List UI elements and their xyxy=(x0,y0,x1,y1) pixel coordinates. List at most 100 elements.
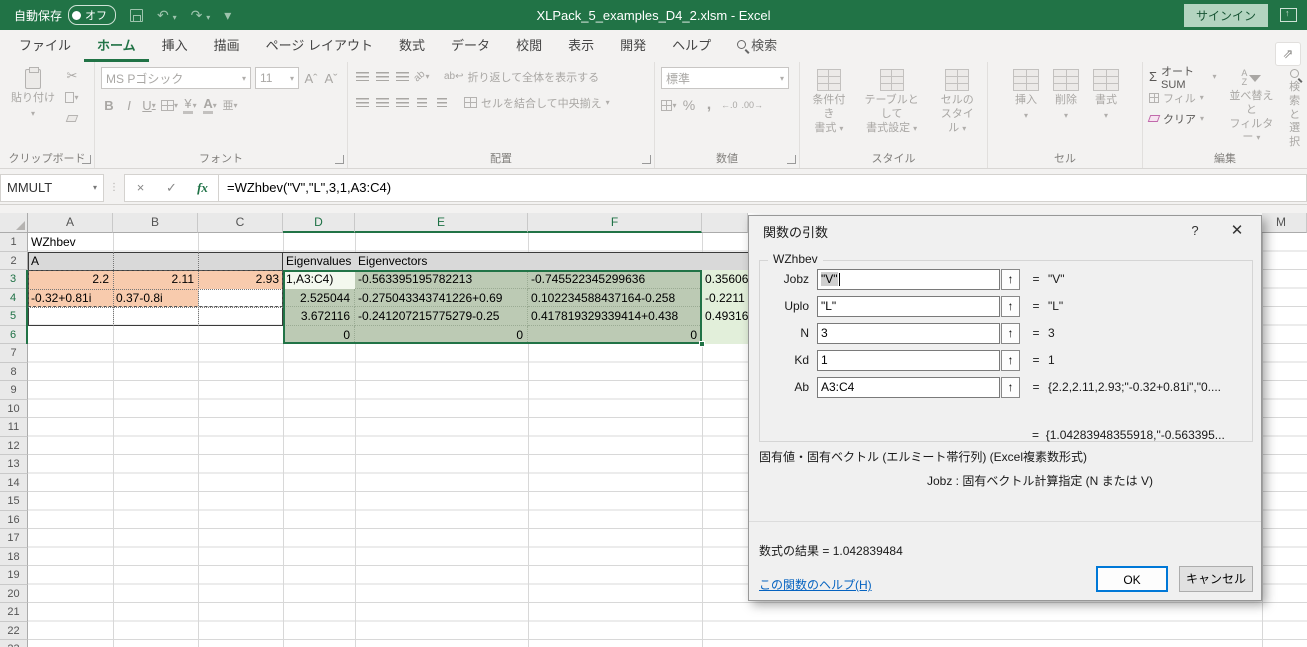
cancel-entry-button[interactable]: × xyxy=(125,180,156,195)
borders-button[interactable]: ▾ xyxy=(161,96,178,114)
cell-B4[interactable]: 0.37-0.8i xyxy=(113,288,198,307)
cell-A4[interactable]: -0.32+0.81i xyxy=(28,288,113,307)
cell-F3[interactable]: -0.745522345299636 xyxy=(528,270,702,289)
row-header-3[interactable]: 3 xyxy=(0,270,28,289)
tab-help[interactable]: ヘルプ xyxy=(659,29,724,62)
insert-cells-button[interactable]: 挿入 ▾ xyxy=(1008,67,1044,123)
share-button[interactable]: ⇗ xyxy=(1275,42,1301,66)
row-header-22[interactable]: 22 xyxy=(0,621,28,640)
font-dialog-launcher-icon[interactable] xyxy=(335,155,344,164)
cell-G4[interactable]: -0.2211 xyxy=(702,288,748,307)
cell-F2[interactable] xyxy=(528,251,702,270)
tab-view[interactable]: 表示 xyxy=(555,29,607,62)
cell-E5[interactable]: -0.241207215775279-0.25 xyxy=(355,307,528,326)
italic-button[interactable]: I xyxy=(121,96,137,114)
name-box-dropdown-icon[interactable]: ▾ xyxy=(93,183,97,192)
undo-dropdown-icon[interactable]: ▾ xyxy=(173,13,177,22)
column-header-b[interactable]: B xyxy=(113,213,198,233)
row-header-14[interactable]: 14 xyxy=(0,473,28,492)
autosum-button[interactable]: Σ オート SUM ▾ xyxy=(1149,66,1216,91)
undo-button[interactable]: ↶ ▾ xyxy=(157,8,177,22)
orientation-button[interactable]: ab ▾ xyxy=(412,68,430,86)
cell-G2[interactable] xyxy=(702,251,748,270)
column-header-d[interactable]: D xyxy=(283,213,355,233)
align-right-button[interactable] xyxy=(394,94,410,112)
accounting-format-button[interactable]: ▾ xyxy=(661,96,677,114)
fill-color-button[interactable]: ¥ ▾ xyxy=(182,96,198,114)
cell-A3[interactable]: 2.2 xyxy=(28,270,113,289)
ribbon-display-options-icon[interactable] xyxy=(1280,8,1297,22)
row-header-9[interactable]: 9 xyxy=(0,381,28,400)
row-header-12[interactable]: 12 xyxy=(0,436,28,455)
row-header-8[interactable]: 8 xyxy=(0,362,28,381)
column-header-m[interactable]: M xyxy=(1262,213,1307,233)
find-select-button[interactable]: 検索と 選択 xyxy=(1286,67,1303,152)
customize-qat-icon[interactable]: ▾ xyxy=(224,8,231,22)
format-painter-button[interactable] xyxy=(64,109,80,127)
confirm-entry-button[interactable]: ✓ xyxy=(156,180,187,196)
select-all-corner[interactable] xyxy=(0,213,28,233)
bold-button[interactable]: B xyxy=(101,96,117,114)
cell-styles-button[interactable]: セルの スタイル ▾ xyxy=(932,67,984,137)
row-header-20[interactable]: 20 xyxy=(0,584,28,603)
align-left-button[interactable] xyxy=(354,94,370,112)
font-size-combo[interactable]: 11 ▾ xyxy=(255,67,299,89)
cell-C3[interactable]: 2.93 xyxy=(198,270,283,289)
ok-button[interactable]: OK xyxy=(1096,566,1168,592)
wrap-text-button[interactable]: ab↩ 折り返して全体を表示する xyxy=(444,67,599,86)
cell-B3[interactable]: 2.11 xyxy=(113,270,198,289)
cell-A2[interactable]: A xyxy=(28,251,283,270)
param-input-kd[interactable]: 1 xyxy=(817,349,1000,371)
decrease-indent-button[interactable] xyxy=(414,94,430,112)
row-header-21[interactable]: 21 xyxy=(0,603,28,622)
range-picker-jobz-icon[interactable]: ↑ xyxy=(1001,268,1020,290)
tab-data[interactable]: データ xyxy=(438,29,503,62)
align-middle-button[interactable] xyxy=(374,68,390,86)
format-as-table-button[interactable]: テーブルとして 書式設定 ▾ xyxy=(856,67,928,137)
cell-E4[interactable]: -0.275043343741226+0.69 xyxy=(355,288,528,307)
cell-F6[interactable]: 0 xyxy=(528,325,702,344)
cell-D3-editing[interactable]: 1,A3:C4) xyxy=(283,270,355,289)
formula-bar-drag-handle[interactable]: ⋮ xyxy=(104,182,124,193)
tab-formulas[interactable]: 数式 xyxy=(386,29,438,62)
row-header-1[interactable]: 1 xyxy=(0,233,28,252)
cut-button[interactable]: ✂ xyxy=(64,67,80,85)
paste-button[interactable]: 貼り付け ▾ xyxy=(6,67,60,121)
column-header-e[interactable]: E xyxy=(355,213,528,233)
cell-G3[interactable]: 0.35606 xyxy=(702,270,748,289)
clear-button[interactable]: クリア ▾ xyxy=(1147,109,1216,128)
row-header-5[interactable]: 5 xyxy=(0,307,28,326)
delete-cells-button[interactable]: 削除 ▾ xyxy=(1048,67,1084,123)
range-picker-kd-icon[interactable]: ↑ xyxy=(1001,349,1020,371)
copy-button[interactable]: ▾ xyxy=(64,88,80,106)
merge-center-button[interactable]: セルを結合して中央揃え ▾ xyxy=(464,93,610,112)
comma-style-button[interactable]: , xyxy=(701,96,717,114)
cell-F4[interactable]: 0.102234588437164-0.258 xyxy=(528,288,702,307)
tab-file[interactable]: ファイル xyxy=(6,29,84,62)
cell-E3[interactable]: -0.563395195782213 xyxy=(355,270,528,289)
alignment-dialog-launcher-icon[interactable] xyxy=(642,155,651,164)
font-color-button[interactable]: A ▾ xyxy=(202,96,218,114)
number-format-combo[interactable]: 標準 ▾ xyxy=(661,67,789,89)
cell-D6[interactable]: 0 xyxy=(283,325,355,344)
cell-D4[interactable]: 2.525044 xyxy=(283,288,355,307)
row-header-6[interactable]: 6 xyxy=(0,325,28,344)
row-header-10[interactable]: 10 xyxy=(0,399,28,418)
redo-button[interactable]: ↷ ▾ xyxy=(191,8,211,22)
redo-dropdown-icon[interactable]: ▾ xyxy=(206,13,210,22)
param-input-jobz[interactable]: "V" xyxy=(817,268,1000,290)
increase-font-button[interactable]: Aˆ xyxy=(303,69,319,87)
underline-button[interactable]: U ▾ xyxy=(141,96,157,114)
row-header-13[interactable]: 13 xyxy=(0,455,28,474)
param-input-ab[interactable]: A3:C4 xyxy=(817,376,1000,398)
increase-decimal-button[interactable]: ←.0 xyxy=(721,96,738,114)
fill-button[interactable]: フィル ▾ xyxy=(1149,88,1216,107)
param-input-uplo[interactable]: "L" xyxy=(817,295,1000,317)
cell-G5[interactable]: 0.49316 xyxy=(702,307,748,326)
range-picker-ab-icon[interactable]: ↑ xyxy=(1001,376,1020,398)
row-header-11[interactable]: 11 xyxy=(0,418,28,437)
decrease-decimal-button[interactable]: .00→ xyxy=(742,96,764,114)
tab-page-layout[interactable]: ページ レイアウト xyxy=(253,29,386,62)
param-input-n[interactable]: 3 xyxy=(817,322,1000,344)
cell-D2[interactable]: Eigenvalues xyxy=(283,251,355,270)
